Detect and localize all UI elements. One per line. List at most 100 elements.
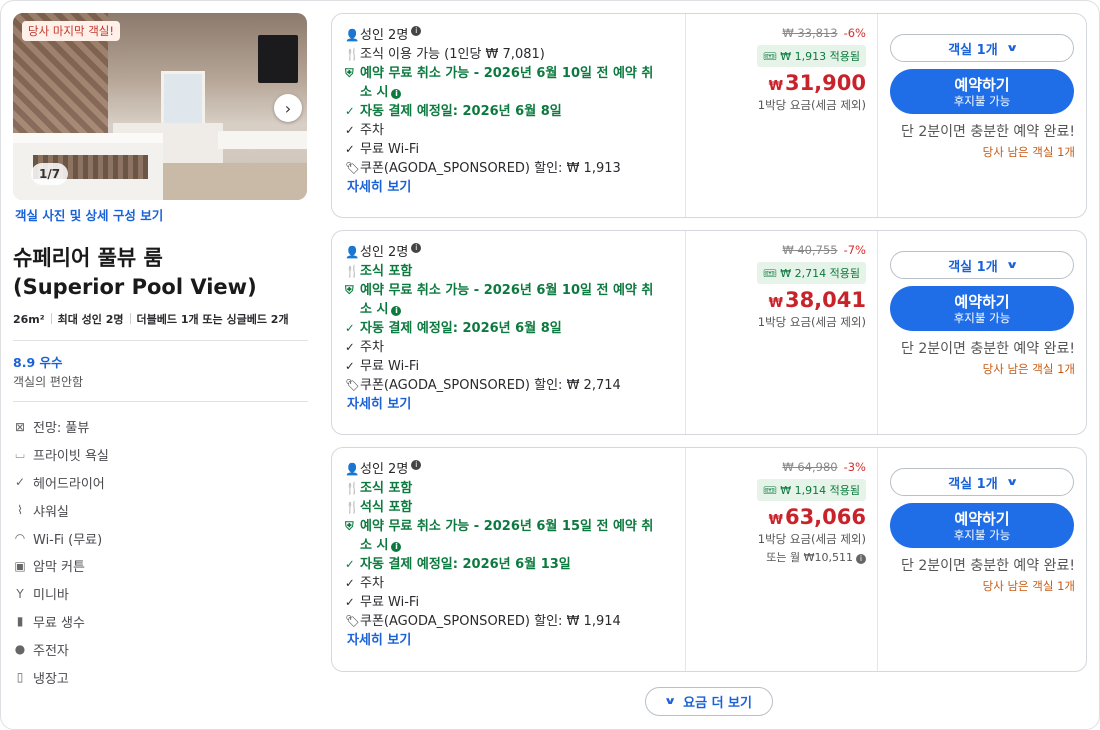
details-link[interactable]: 자세히 보기: [347, 395, 675, 414]
coupon-badge: 🎟 ₩ 2,714 적용됨: [756, 262, 866, 284]
person-icon: 👤: [345, 28, 360, 42]
room-rating: 8.9 우수: [13, 355, 63, 370]
cutlery-icon: 🍴: [345, 481, 360, 495]
coupon-text: 쿠폰(AGODA_SPONSORED) 할인: ₩ 2,714: [360, 378, 621, 393]
room-size: 26m²: [13, 313, 45, 326]
check-icon: ✓: [345, 104, 355, 118]
book-button[interactable]: 예약하기 후지불 가능: [890, 503, 1074, 548]
coupon-text: 쿠폰(AGODA_SPONSORED) 할인: ₩ 1,914: [360, 614, 621, 629]
check-icon: ✓: [345, 123, 355, 137]
offer-actions: 객실 1개 ∨ 예약하기 후지불 가능 단 2분이면 충분한 예약 완료! 당사 남…: [890, 34, 1075, 160]
amenity-item: ◠ Wi-Fi (무료): [13, 524, 308, 552]
photo-next-button[interactable]: ›: [274, 94, 302, 122]
details-link[interactable]: 자세히 보기: [347, 631, 675, 650]
info-icon[interactable]: i: [411, 460, 422, 470]
cancel-text-2: 소 시: [360, 85, 389, 100]
meal-text: 조식 포함: [360, 481, 413, 496]
water-icon: ▮: [16, 614, 24, 629]
spec-divider: [50, 313, 52, 324]
offer-actions: 객실 1개 ∨ 예약하기 후지불 가능 단 2분이면 충분한 예약 완료! 당사 남…: [890, 468, 1075, 594]
room-count-select[interactable]: 객실 1개 ∨: [890, 468, 1074, 496]
coupon-line: 🏷 쿠폰(AGODA_SPONSORED) 할인: ₩ 2,714: [345, 376, 675, 395]
book-sublabel: 후지불 가능: [953, 310, 1011, 325]
amenity-label: 헤어드라이어: [33, 476, 105, 492]
guests-text: 성인 2명: [360, 28, 409, 43]
column-divider: [877, 448, 878, 671]
room-specs: 26m² 최대 성인 2명 더블베드 1개 또는 싱글베드 2개: [13, 311, 308, 329]
photo-desk: [218, 131, 307, 149]
check-icon: ✓: [345, 359, 355, 373]
meal-text: 조식 포함: [360, 264, 413, 279]
original-price-value: ₩ 40,755: [782, 243, 838, 257]
rate-offer: 👤 성인 2명 i 🍴 조식 이용 가능 (1인당 ₩ 7,081) ⛨ 예약 무료 취…: [331, 13, 1087, 218]
tag-icon: 🏷: [345, 614, 360, 628]
wifi-icon: ◠: [14, 531, 26, 546]
check-icon: ✓: [345, 340, 355, 354]
offer-price: ₩ 64,980 -3% 🎟 ₩ 1,914 적용됨 ₩63,066 1박당 요금…: [688, 460, 866, 565]
coupon-badge-text: ₩ 1,913 적용됨: [780, 50, 860, 63]
ticket-icon: 🎟: [762, 267, 781, 280]
fast-booking-note: 단 2분이면 충분한 예약 완료!: [901, 341, 1075, 357]
chevron-right-icon: ›: [284, 98, 292, 118]
original-price: ₩ 40,755 -7%: [688, 243, 866, 257]
parking-line: ✓ 주차: [345, 574, 675, 593]
column-divider: [877, 231, 878, 434]
info-icon[interactable]: i: [856, 554, 866, 564]
shield-check-icon: ⛨: [345, 283, 354, 297]
cancel-text-1: 예약 무료 취소 가능 - 2026년 6월 15일 전 예약 취: [360, 519, 654, 534]
room-count-value: 객실 1개: [948, 476, 998, 492]
wifi-text: 무료 Wi-Fi: [360, 595, 420, 610]
info-icon[interactable]: i: [411, 26, 422, 36]
discount-percent: -3%: [843, 460, 866, 474]
currency-symbol: ₩: [768, 513, 783, 528]
details-link[interactable]: 자세히 보기: [347, 178, 675, 197]
wifi-text: 무료 Wi-Fi: [360, 359, 420, 374]
room-photo[interactable]: 당사 마지막 객실! › 1/7: [13, 13, 307, 200]
photo-counter: 1/7: [31, 163, 69, 185]
ticket-icon: 🎟: [762, 50, 781, 63]
book-sublabel: 후지불 가능: [953, 93, 1011, 108]
info-icon[interactable]: i: [391, 306, 402, 316]
chevron-down-icon: ∨: [1005, 42, 1019, 54]
more-rates-label: 요금 더 보기: [683, 696, 752, 711]
shower-icon: ⌇: [17, 503, 23, 518]
offer-features: 👤 성인 2명 i 🍴 조식 포함 🍴 석식 포함 ⛨ 예약 무료 취소 가능 - 202…: [345, 460, 675, 650]
curtain-icon: ▣: [14, 558, 26, 573]
guests-text: 성인 2명: [360, 462, 409, 477]
room-max-guests: 최대 성인 2명: [57, 313, 124, 326]
room-title-ko: 슈페리어 풀뷰 룸: [13, 246, 163, 270]
final-price: ₩38,041: [688, 288, 866, 312]
check-icon: ✓: [345, 321, 355, 335]
amenity-item: ✓ 헤어드라이어: [13, 469, 308, 497]
chevron-down-icon: ∨: [1005, 259, 1019, 271]
amenity-list: ⊠ 전망: 풀뷰 ⌴ 프라이빗 욕실 ✓ 헤어드라이어 ⌇ 샤워실 ◠ Wi-Fi (무료…: [13, 413, 308, 691]
info-icon[interactable]: i: [391, 89, 402, 99]
shield-check-icon: ⛨: [345, 519, 354, 533]
offer-features: 👤 성인 2명 i 🍴 조식 이용 가능 (1인당 ₩ 7,081) ⛨ 예약 무료 취…: [345, 26, 675, 197]
room-count-select[interactable]: 객실 1개 ∨: [890, 34, 1074, 62]
photo-tv: [258, 35, 298, 83]
final-price: ₩31,900: [688, 71, 866, 95]
rooms-left-note: 당사 남은 객실 1개: [982, 362, 1075, 376]
offer-actions: 객실 1개 ∨ 예약하기 후지불 가능 단 2분이면 충분한 예약 완료! 당사 남…: [890, 251, 1075, 377]
book-label: 예약하기: [954, 509, 1010, 528]
room-count-select[interactable]: 객실 1개 ∨: [890, 251, 1074, 279]
rate-offer: 👤 성인 2명 i 🍴 조식 포함 🍴 석식 포함 ⛨ 예약 무료 취소 가능 - 202…: [331, 447, 1087, 672]
chevron-down-icon: ∨: [1005, 476, 1019, 488]
check-icon: ✓: [345, 142, 355, 156]
original-price-value: ₩ 64,980: [782, 460, 838, 474]
info-icon[interactable]: i: [391, 542, 402, 552]
amenity-item: ⊠ 전망: 풀뷰: [13, 413, 308, 441]
photo-details-link[interactable]: 객실 사진 및 상세 구성 보기: [15, 205, 308, 224]
info-icon[interactable]: i: [411, 243, 422, 253]
more-rates-button[interactable]: ∨ 요금 더 보기: [645, 687, 773, 716]
book-button[interactable]: 예약하기 후지불 가능: [890, 69, 1074, 114]
bath-icon: ⌴: [15, 447, 25, 462]
cancel-text-1: 예약 무료 취소 가능 - 2026년 6월 10일 전 예약 취: [360, 66, 654, 81]
autopay-text: 자동 결제 예정일: 2026년 6월 8일: [360, 321, 562, 336]
dinner-text: 석식 포함: [360, 500, 413, 515]
rooms-left-note: 당사 남은 객실 1개: [982, 145, 1075, 159]
coupon-badge: 🎟 ₩ 1,914 적용됨: [756, 479, 866, 501]
parking-text: 주차: [360, 123, 384, 138]
book-button[interactable]: 예약하기 후지불 가능: [890, 286, 1074, 331]
